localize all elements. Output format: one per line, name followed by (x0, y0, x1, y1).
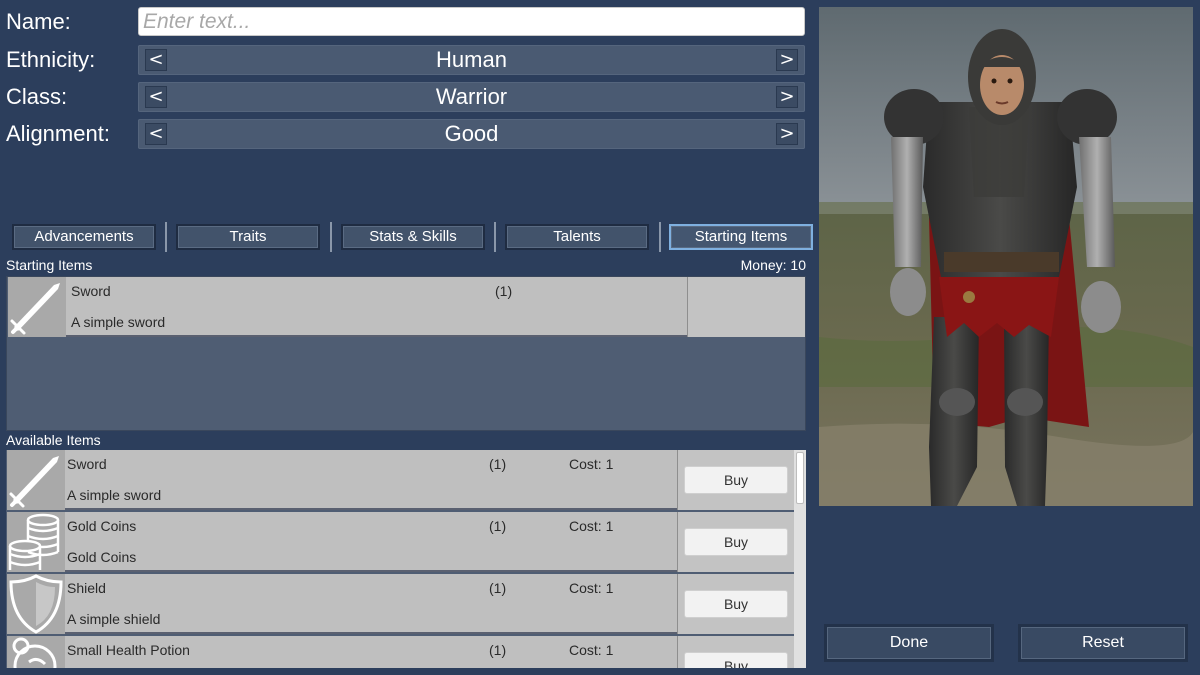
item-cost: Cost: 1 (569, 642, 614, 658)
item-description: A simple sword (67, 487, 162, 503)
alignment-row: Alignment: < Good > (0, 119, 810, 149)
class-selector: < Warrior > (138, 82, 805, 112)
ethnicity-value: Human (436, 47, 507, 72)
gold-coins-icon (7, 512, 65, 572)
item-name: Sword (71, 283, 111, 299)
item-quantity: (1) (489, 642, 507, 658)
item-name: Shield (67, 580, 106, 596)
item-action-slot (687, 277, 805, 337)
item-action-slot: Buy (677, 512, 795, 572)
buy-button[interactable]: Buy (684, 466, 788, 494)
class-prev-button[interactable]: < (145, 86, 167, 108)
tab-divider (659, 222, 661, 252)
class-next-button[interactable]: > (776, 86, 798, 108)
item-action-slot: Buy (677, 574, 795, 634)
class-label: Class: (6, 84, 68, 109)
tab-divider (330, 222, 332, 252)
character-portrait (819, 7, 1193, 506)
starting-items-title: Starting Items (6, 257, 93, 273)
available-items-scrollbar[interactable] (794, 450, 806, 668)
alignment-selector: < Good > (138, 119, 805, 149)
item-name: Gold Coins (67, 518, 137, 534)
tab-talents[interactable]: Talents (505, 224, 649, 250)
available-items-list[interactable]: Sword (1) Cost: 1 A simple sword Buy Gol… (6, 450, 806, 668)
ethnicity-prev-button[interactable]: < (145, 49, 167, 71)
item-cost: Cost: 1 (569, 518, 614, 534)
tab-divider (494, 222, 496, 252)
buy-button[interactable]: Buy (684, 528, 788, 556)
item-quantity: (1) (489, 456, 507, 472)
buy-button[interactable]: Buy (684, 590, 788, 618)
available-item-row[interactable]: Shield (1) Cost: 1 A simple shield Buy (7, 574, 795, 634)
done-button[interactable]: Done (824, 624, 994, 662)
item-quantity: (1) (489, 518, 507, 534)
available-item-row[interactable]: Small Health Potion (1) Cost: 1 Buy (7, 636, 795, 668)
item-cost: Cost: 1 (569, 456, 614, 472)
sword-icon (7, 450, 65, 510)
ethnicity-selector: < Human > (138, 45, 805, 75)
starting-item-row[interactable]: Sword (1) A simple sword (8, 277, 805, 337)
item-description: Gold Coins (67, 549, 137, 565)
alignment-label: Alignment: (6, 121, 110, 146)
alignment-value: Good (444, 121, 499, 146)
item-cost: Cost: 1 (569, 580, 614, 596)
name-label: Name: (6, 9, 71, 34)
shield-icon (7, 574, 65, 634)
reset-button[interactable]: Reset (1018, 624, 1188, 662)
tab-starting-items[interactable]: Starting Items (669, 224, 813, 250)
item-quantity: (1) (489, 580, 507, 596)
item-quantity: (1) (495, 283, 513, 299)
item-description: A simple sword (71, 314, 166, 330)
ethnicity-label: Ethnicity: (6, 47, 96, 72)
item-action-slot: Buy (677, 636, 795, 668)
tab-advancements[interactable]: Advancements (12, 224, 156, 250)
tab-stats-skills[interactable]: Stats & Skills (341, 224, 485, 250)
sword-icon (8, 277, 66, 337)
starting-items-list: Sword (1) A simple sword (6, 276, 806, 431)
money-label: Money: 10 (740, 257, 806, 273)
alignment-next-button[interactable]: > (776, 123, 798, 145)
ethnicity-next-button[interactable]: > (776, 49, 798, 71)
item-name: Sword (67, 456, 107, 472)
available-item-row[interactable]: Gold Coins (1) Cost: 1 Gold Coins Buy (7, 512, 795, 572)
name-input[interactable] (138, 7, 805, 36)
class-row: Class: < Warrior > (0, 82, 810, 112)
tab-divider (165, 222, 167, 252)
scrollbar-thumb[interactable] (796, 452, 804, 504)
item-description: A simple shield (67, 611, 161, 627)
available-item-row[interactable]: Sword (1) Cost: 1 A simple sword Buy (7, 450, 795, 510)
item-name: Small Health Potion (67, 642, 190, 658)
buy-button[interactable]: Buy (684, 652, 788, 668)
tab-traits[interactable]: Traits (176, 224, 320, 250)
available-items-title: Available Items (6, 432, 101, 448)
alignment-prev-button[interactable]: < (145, 123, 167, 145)
ethnicity-row: Ethnicity: < Human > (0, 45, 810, 75)
item-action-slot: Buy (677, 450, 795, 510)
class-value: Warrior (435, 84, 508, 109)
potion-icon (7, 636, 65, 668)
